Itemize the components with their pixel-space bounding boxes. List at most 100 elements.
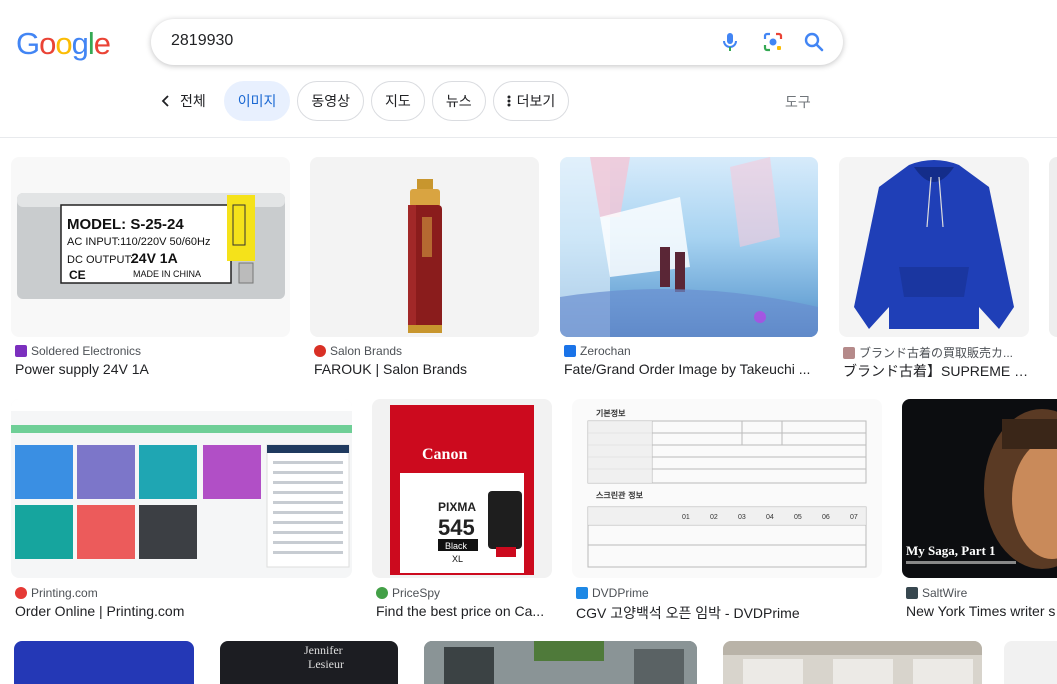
google-logo[interactable]: Google (16, 26, 111, 62)
cgv-screen-col: 03 (738, 514, 746, 521)
more-vert-icon (507, 95, 511, 107)
canon-black: Black (445, 541, 468, 551)
source-name: Salon Brands (330, 344, 403, 358)
image-result[interactable]: Canon PIXMA 545 Black XL PriceSpy Find t… (372, 399, 552, 624)
psu-origin: MADE IN CHINA (133, 269, 201, 279)
result-source: Soldered Electronics (15, 344, 141, 358)
result-thumbnail[interactable] (723, 641, 982, 684)
cgv-screen-col: 02 (710, 514, 718, 521)
cgv-screen-col: 01 (682, 514, 690, 521)
search-icon[interactable] (802, 30, 826, 54)
image-result-partial[interactable]: Jennifer Lesieur (220, 641, 398, 684)
cgv-screen-col: 05 (794, 514, 802, 521)
source-name: ブランド古着の買取販売カ... (859, 346, 1014, 360)
search-input[interactable] (171, 32, 691, 50)
source-name: DVDPrime (592, 586, 649, 600)
image-result-partial[interactable] (723, 641, 982, 684)
logo-letter: e (93, 26, 111, 61)
favicon-icon (15, 587, 27, 599)
result-thumbnail[interactable] (1004, 641, 1057, 684)
result-title[interactable]: Find the best price on Ca... (376, 603, 552, 619)
tools-button[interactable]: 도구 (785, 92, 811, 112)
search-tabs: 전체 이미지 동영상 지도 뉴스 더보기 (160, 81, 576, 121)
result-source: Printing.com (15, 586, 98, 600)
result-thumbnail[interactable]: My Saga, Part 1 (902, 399, 1057, 578)
psu-model: MODEL: S-25-24 (67, 216, 184, 233)
result-thumbnail[interactable] (14, 641, 194, 684)
cgv-screen-col: 04 (766, 514, 774, 521)
favicon-icon (564, 345, 576, 357)
favicon-icon (843, 346, 855, 359)
result-thumbnail[interactable] (1049, 157, 1057, 337)
logo-letter: G (16, 26, 40, 61)
psu-output-value: 24V 1A (131, 250, 178, 266)
search-box (151, 19, 843, 65)
image-result[interactable]: Salon Brands FAROUK | Salon Brands (310, 157, 539, 382)
result-thumbnail[interactable] (560, 157, 818, 337)
image-result-partial[interactable] (14, 641, 194, 684)
image-result[interactable]: Printing.com Order Online | Printing.com (11, 399, 352, 624)
chevron-left-icon[interactable] (160, 81, 176, 121)
logo-letter: o (55, 26, 72, 61)
cgv-screen-col: 07 (850, 514, 858, 521)
source-name: Zerochan (580, 344, 631, 358)
result-thumbnail[interactable]: Canon PIXMA 545 Black XL (372, 399, 552, 578)
result-thumbnail[interactable] (424, 641, 697, 684)
cgv-heading-basic: 기본정보 (596, 408, 626, 418)
result-source: ブランド古着の買取販売カ... (843, 344, 1013, 361)
canon-number: 545 (438, 515, 475, 540)
image-result-partial[interactable] (424, 641, 697, 684)
result-thumbnail[interactable]: 기본정보 스크린관 정보 01 02 03 04 05 06 07 (572, 399, 882, 578)
result-thumbnail[interactable] (839, 157, 1029, 337)
result-thumbnail[interactable] (11, 399, 352, 578)
source-name: Soldered Electronics (31, 344, 142, 358)
image-result[interactable]: 기본정보 스크린관 정보 01 02 03 04 05 06 07 DVDPri… (572, 399, 882, 624)
favicon-icon (15, 345, 27, 357)
image-result-partial[interactable] (1004, 641, 1057, 684)
logo-letter: o (39, 26, 56, 61)
image-result[interactable]: MODEL: S-25-24 AC INPUT:110/220V 50/60Hz… (11, 157, 290, 382)
source-name: Printing.com (31, 586, 98, 600)
tab-images[interactable]: 이미지 (223, 81, 291, 121)
tab-more[interactable]: 더보기 (492, 81, 570, 121)
header-divider (0, 137, 1057, 138)
result-title[interactable]: Order Online | Printing.com (15, 603, 352, 619)
result-source: Zerochan (564, 344, 631, 358)
result-thumbnail[interactable]: Jennifer Lesieur (220, 641, 398, 684)
result-source: Salon Brands (314, 344, 402, 358)
tab-maps[interactable]: 지도 (371, 81, 425, 121)
logo-letter: g (71, 26, 89, 61)
camera-lens-icon[interactable] (761, 30, 785, 54)
jennifer-line2: Lesieur (308, 657, 344, 671)
tab-videos[interactable]: 동영상 (297, 81, 365, 121)
saltwire-caption: My Saga, Part 1 (906, 543, 996, 558)
result-title[interactable]: New York Times writer s (906, 603, 1057, 619)
tab-all[interactable]: 전체 (180, 91, 206, 111)
favicon-icon (314, 345, 326, 357)
result-title[interactable]: Power supply 24V 1A (15, 361, 290, 377)
result-source: DVDPrime (576, 586, 649, 600)
psu-ce-mark: CE (69, 268, 86, 282)
favicon-icon (376, 587, 388, 599)
result-title[interactable]: CGV 고양백석 오픈 임박 - DVDPrime (576, 603, 882, 623)
canon-brand: Canon (422, 446, 467, 463)
result-thumbnail[interactable] (310, 157, 539, 337)
result-title[interactable]: FAROUK | Salon Brands (314, 361, 539, 377)
favicon-icon (906, 587, 918, 599)
result-source: SaltWire (906, 586, 967, 600)
cgv-screen-col: 06 (822, 514, 830, 521)
tab-news[interactable]: 뉴스 (431, 81, 486, 121)
image-result-partial[interactable] (1049, 157, 1057, 382)
source-name: SaltWire (922, 586, 968, 600)
canon-line: PIXMA (438, 500, 476, 514)
result-thumbnail[interactable]: MODEL: S-25-24 AC INPUT:110/220V 50/60Hz… (11, 157, 290, 337)
tab-more-label: 더보기 (516, 93, 556, 109)
image-result[interactable]: ブランド古着の買取販売カ... ブランド古着】SUPREME × ... (839, 157, 1029, 382)
result-title[interactable]: ブランド古着】SUPREME × ... (843, 361, 1029, 381)
image-result[interactable]: Zerochan Fate/Grand Order Image by Takeu… (560, 157, 818, 382)
mic-icon[interactable] (718, 30, 742, 54)
image-result[interactable]: My Saga, Part 1 SaltWire New York Times … (902, 399, 1057, 624)
jennifer-line1: Jennifer (304, 643, 343, 657)
result-title[interactable]: Fate/Grand Order Image by Takeuchi ... (564, 361, 814, 377)
psu-input: AC INPUT:110/220V 50/60Hz (67, 236, 210, 248)
